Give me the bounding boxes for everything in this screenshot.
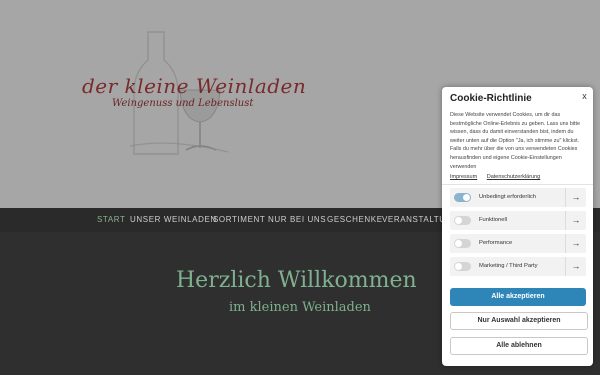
option-label: Funktionell xyxy=(479,217,508,223)
toggle-knob xyxy=(463,194,470,201)
cookie-description: Diese Website verwendet Cookies, um dir … xyxy=(450,112,581,170)
toggle-knob xyxy=(455,263,462,270)
nav-item-unser-weinladen[interactable]: UNSER WEINLADEN xyxy=(130,215,217,224)
cookie-option-marketing[interactable]: Marketing / Third Party → xyxy=(450,257,586,276)
logo-title[interactable]: der kleine Weinladen xyxy=(82,74,306,98)
toggle-switch[interactable] xyxy=(454,193,471,202)
toggle-knob xyxy=(455,217,462,224)
hero-subtitle: im kleinen Weinladen xyxy=(229,300,371,315)
option-label: Unbedingt erforderlich xyxy=(479,194,537,200)
accept-selection-button[interactable]: Nur Auswahl akzeptieren xyxy=(450,312,588,330)
datenschutz-link[interactable]: Datenschutzerklärung xyxy=(487,174,541,180)
hero-title: Herzlich Willkommen xyxy=(176,268,417,293)
cookie-dialog-title: Cookie-Richtlinie xyxy=(450,93,532,104)
toggle-switch[interactable] xyxy=(454,239,471,248)
option-label: Marketing / Third Party xyxy=(479,263,538,269)
impressum-link[interactable]: Impressum xyxy=(450,174,477,180)
accept-all-button[interactable]: Alle akzeptieren xyxy=(450,288,586,306)
option-label: Performance xyxy=(479,240,513,246)
cookie-consent-dialog: Cookie-Richtlinie x Diese Website verwen… xyxy=(442,87,593,366)
cookie-links: Impressum Datenschutzerklärung xyxy=(450,174,548,180)
toggle-switch[interactable] xyxy=(454,262,471,271)
cookie-option-performance[interactable]: Performance → xyxy=(450,234,586,253)
cookie-option-required[interactable]: Unbedingt erforderlich → xyxy=(450,188,586,207)
toggle-knob xyxy=(455,240,462,247)
arrow-right-icon[interactable]: → xyxy=(565,234,586,253)
nav-item-geschenke[interactable]: GESCHENKE xyxy=(327,215,383,224)
arrow-right-icon[interactable]: → xyxy=(565,211,586,230)
nav-item-start[interactable]: START xyxy=(97,215,125,224)
nav-item-nur-bei-uns[interactable]: NUR BEI UNS xyxy=(268,215,326,224)
logo-subtitle: Weingenuss und Lebenslust xyxy=(112,98,254,109)
arrow-right-icon[interactable]: → xyxy=(565,257,586,276)
close-icon[interactable]: x xyxy=(578,90,591,103)
reject-all-button[interactable]: Alle ablehnen xyxy=(450,337,588,355)
toggle-switch[interactable] xyxy=(454,216,471,225)
nav-item-sortiment[interactable]: SORTIMENT xyxy=(213,215,265,224)
cookie-option-functional[interactable]: Funktionell → xyxy=(450,211,586,230)
divider xyxy=(442,184,593,185)
arrow-right-icon[interactable]: → xyxy=(565,188,586,207)
